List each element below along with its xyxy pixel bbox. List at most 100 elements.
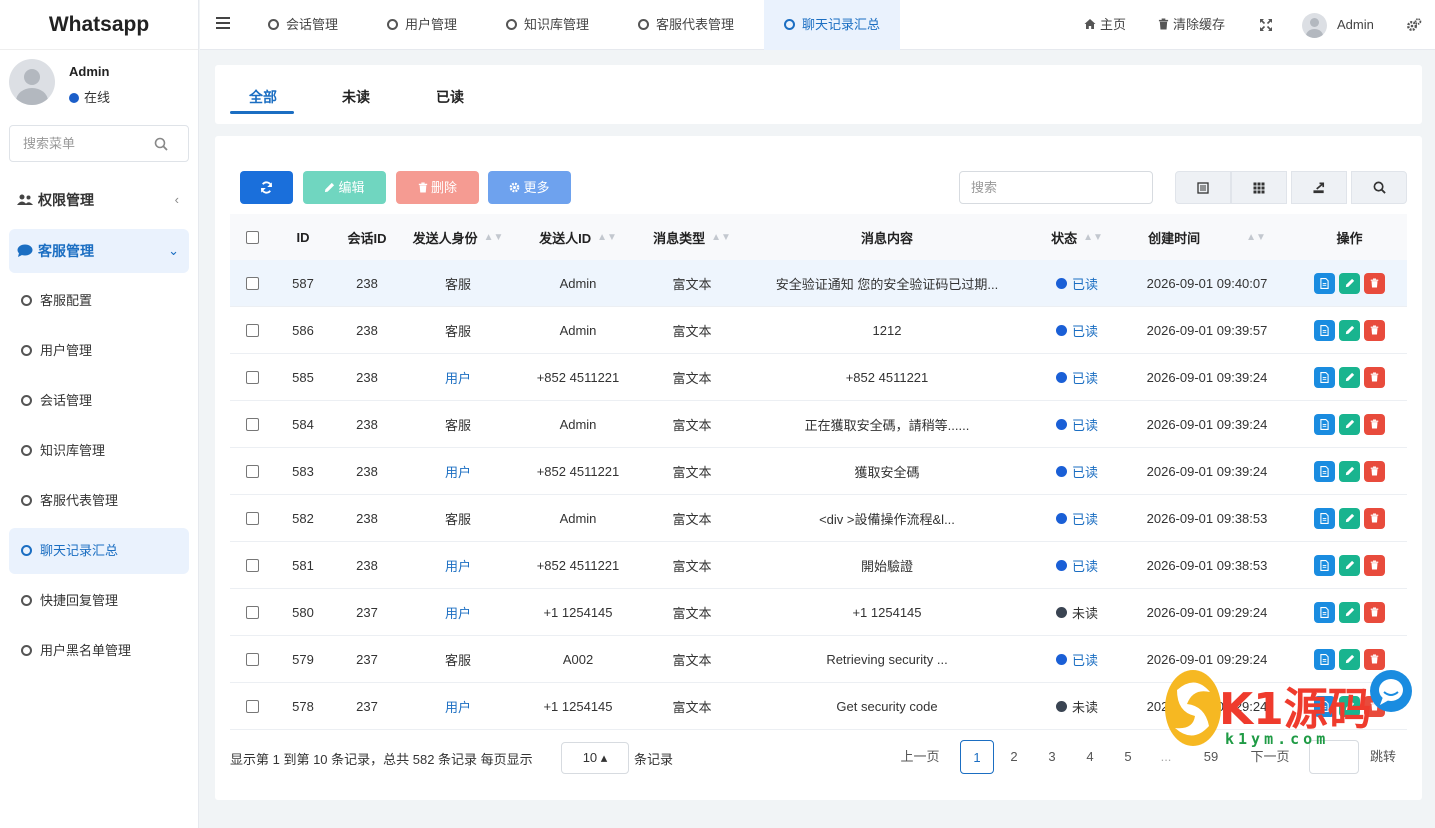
more-button[interactable]: 更多 (488, 171, 571, 204)
row-checkbox[interactable] (245, 699, 259, 713)
sender-role-link[interactable]: 用户 (445, 556, 471, 575)
row-checkbox[interactable] (245, 652, 259, 666)
row-checkbox[interactable] (245, 464, 259, 478)
table-row[interactable]: 586 238 客服 Admin 富文本 1212 已读 2026-09-01 09:39:5… (230, 307, 1407, 354)
menu-toggle-icon[interactable] (216, 17, 230, 31)
col-status[interactable]: 状态 ▲▼ (1032, 214, 1122, 260)
sidebar-item-knowledge[interactable]: 知识库管理 (9, 428, 189, 474)
table-row[interactable]: 584 238 客服 Admin 富文本 正在獲取安全碼，請稍等...... 已读 2026-… (230, 401, 1407, 448)
col-msg-type[interactable]: 消息类型 ▲▼ (642, 214, 742, 260)
col-msg-content[interactable]: 消息内容 (742, 214, 1032, 260)
row-checkbox[interactable] (245, 370, 259, 384)
row-delete-button[interactable] (1364, 319, 1385, 341)
table-row[interactable]: 585 238 用户 +852 4511221 富文本 +852 4511221 已读 202… (230, 354, 1407, 401)
page-1-button[interactable]: 1 (960, 740, 994, 774)
table-search-input[interactable] (959, 171, 1153, 204)
col-session-id[interactable]: 会话ID (332, 214, 402, 260)
sender-role-link[interactable]: 用户 (445, 603, 471, 622)
view-detail-button[interactable] (1314, 319, 1335, 341)
view-detail-button[interactable] (1314, 507, 1335, 529)
row-edit-button[interactable] (1339, 460, 1360, 482)
sender-role-link[interactable]: 用户 (445, 368, 471, 387)
row-edit-button[interactable] (1339, 319, 1360, 341)
filter-tab-unread[interactable]: 未读 (342, 87, 370, 107)
brand-logo[interactable]: Whatsapp (0, 0, 198, 50)
page-4-button[interactable]: 4 (1073, 740, 1107, 774)
sidebar-item-user-manage[interactable]: 用户管理 (9, 328, 189, 374)
table-row[interactable]: 582 238 客服 Admin 富文本 <div >設備操作流程&l... 已读 2026-… (230, 495, 1407, 542)
row-edit-button[interactable] (1339, 272, 1360, 294)
tab-user-manage[interactable]: 用户管理 (367, 0, 477, 50)
col-sender-id[interactable]: 发送人ID ▲▼ (514, 214, 642, 260)
sidebar-item-service-config[interactable]: 客服配置 (9, 278, 189, 324)
row-edit-button[interactable] (1339, 507, 1360, 529)
row-checkbox[interactable] (245, 558, 259, 572)
row-delete-button[interactable] (1364, 366, 1385, 388)
table-row[interactable]: 581 238 用户 +852 4511221 富文本 開始驗證 已读 2026-09-01 … (230, 542, 1407, 589)
view-detail-button[interactable] (1314, 366, 1335, 388)
page-3-button[interactable]: 3 (1035, 740, 1069, 774)
row-delete-button[interactable] (1364, 272, 1385, 294)
table-row[interactable]: 580 237 用户 +1 1254145 富文本 +1 1254145 未读 2026-09… (230, 589, 1407, 636)
row-checkbox[interactable] (245, 323, 259, 337)
col-id[interactable]: ID (274, 214, 332, 260)
table-row[interactable]: 587 238 客服 Admin 富文本 安全验证通知 您的安全验证码已过期... 已读 20… (230, 260, 1407, 307)
row-checkbox[interactable] (245, 417, 259, 431)
export-button[interactable] (1291, 171, 1347, 204)
refresh-button[interactable] (240, 171, 293, 204)
row-delete-button[interactable] (1364, 507, 1385, 529)
user-avatar[interactable] (1302, 13, 1327, 38)
tab-session-manage[interactable]: 会话管理 (248, 0, 358, 50)
row-delete-button[interactable] (1364, 554, 1385, 576)
row-delete-button[interactable] (1364, 460, 1385, 482)
col-created-at[interactable]: 创建时间 ▲▼ (1122, 214, 1292, 260)
view-detail-button[interactable] (1314, 601, 1335, 623)
menu-group-service[interactable]: 客服管理 ⌄ (9, 229, 189, 273)
row-checkbox[interactable] (245, 511, 259, 525)
row-edit-button[interactable] (1339, 554, 1360, 576)
sidebar-item-chat-records[interactable]: 聊天记录汇总 (9, 528, 189, 574)
prev-page-button[interactable]: 上一页 (895, 740, 945, 774)
user-menu[interactable]: Admin (1337, 0, 1374, 50)
row-edit-button[interactable] (1339, 413, 1360, 435)
row-delete-button[interactable] (1364, 601, 1385, 623)
edit-button[interactable]: 编辑 (303, 171, 386, 204)
advanced-search-button[interactable] (1351, 171, 1407, 204)
home-link[interactable]: 主页 (1084, 0, 1126, 50)
page-2-button[interactable]: 2 (997, 740, 1031, 774)
clear-cache-button[interactable]: 清除缓存 (1158, 0, 1225, 50)
col-sender-role[interactable]: 发送人身份 ▲▼ (402, 214, 514, 260)
row-edit-button[interactable] (1339, 366, 1360, 388)
delete-button[interactable]: 删除 (396, 171, 479, 204)
search-icon[interactable] (154, 137, 168, 151)
row-delete-button[interactable] (1364, 413, 1385, 435)
sender-role-link[interactable]: 用户 (445, 462, 471, 481)
table-row[interactable]: 583 238 用户 +852 4511221 富文本 獲取安全碼 已读 2026-09-01… (230, 448, 1407, 495)
page-5-button[interactable]: 5 (1111, 740, 1145, 774)
view-detail-button[interactable] (1314, 413, 1335, 435)
view-detail-button[interactable] (1314, 272, 1335, 294)
row-edit-button[interactable] (1339, 601, 1360, 623)
filter-tab-read[interactable]: 已读 (436, 87, 464, 107)
select-all-checkbox[interactable] (245, 230, 259, 244)
gears-icon[interactable] (1406, 17, 1422, 33)
sender-role-link[interactable]: 用户 (445, 697, 471, 716)
toggle-view-button[interactable] (1175, 171, 1231, 204)
sidebar-item-agents[interactable]: 客服代表管理 (9, 478, 189, 524)
tab-chat-records[interactable]: 聊天记录汇总 (764, 0, 901, 50)
filter-tab-all[interactable]: 全部 (249, 87, 277, 107)
avatar[interactable] (9, 59, 55, 105)
menu-group-permission[interactable]: 权限管理 ‹ (9, 178, 189, 222)
row-checkbox[interactable] (245, 276, 259, 290)
menu-search-input[interactable] (10, 126, 140, 161)
tab-agents[interactable]: 客服代表管理 (618, 0, 754, 50)
tab-knowledge[interactable]: 知识库管理 (486, 0, 609, 50)
view-detail-button[interactable] (1314, 460, 1335, 482)
fullscreen-icon[interactable] (1259, 18, 1273, 32)
view-detail-button[interactable] (1314, 554, 1335, 576)
columns-button[interactable] (1231, 171, 1287, 204)
sidebar-item-session-manage[interactable]: 会话管理 (9, 378, 189, 424)
sidebar-item-blacklist[interactable]: 用户黑名单管理 (9, 628, 189, 674)
page-size-select[interactable]: 10 ▴ (561, 742, 629, 774)
sidebar-item-quick-reply[interactable]: 快捷回复管理 (9, 578, 189, 624)
